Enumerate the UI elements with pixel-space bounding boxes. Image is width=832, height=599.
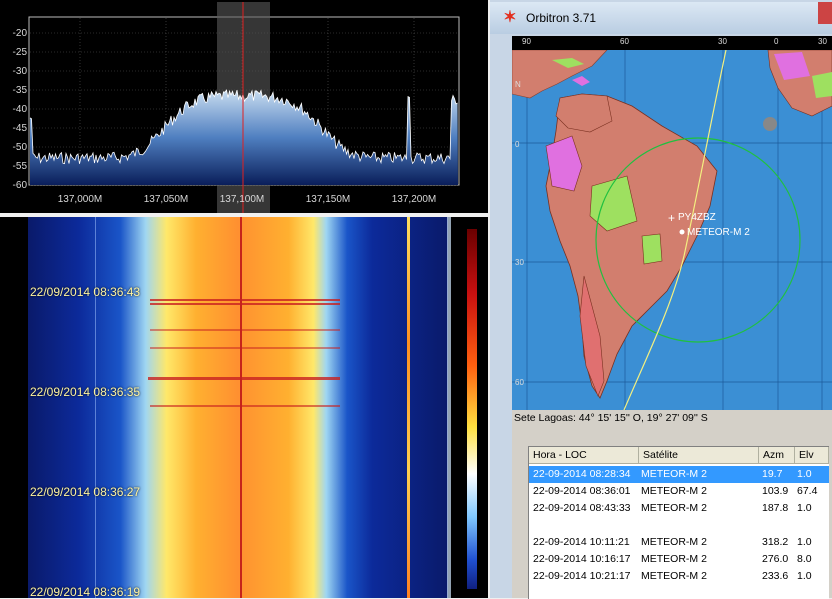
x-tick-label: 137,200M <box>392 194 436 205</box>
orbitron-logo-icon: ✶ <box>503 9 517 26</box>
table-cell-azm: 233.6 <box>762 570 789 582</box>
orbitron-window[interactable]: ✶ Orbitron 3.71 + 90 60 30 0 30 N 0 30 6… <box>490 0 832 599</box>
station-marker: + <box>668 211 675 225</box>
waterfall-colorbar <box>467 229 477 589</box>
table-row[interactable]: 22-09-2014 08:28:34 METEOR-M 2 19.7 1.0 <box>529 466 829 483</box>
y-tick-label: -20 <box>13 28 28 39</box>
y-tick-label: -30 <box>13 66 28 77</box>
title-bar[interactable]: ✶ Orbitron 3.71 <box>490 2 832 34</box>
interference-line <box>150 405 340 407</box>
table-cell-time: 22-09-2014 08:43:33 <box>533 502 631 514</box>
y-tick-label: -50 <box>13 142 28 153</box>
waterfall-timestamp: 22/09/2014 08:36:27 <box>30 485 141 499</box>
window-title: Orbitron 3.71 <box>526 11 597 25</box>
longitude-label: 90 <box>522 37 531 46</box>
longitude-label: 30 <box>818 37 827 46</box>
pass-table[interactable]: Hora - LOC Satélite Azm Elv 22-09-2014 0… <box>528 446 829 599</box>
location-status: Sete Lagoas: 44° 15' 15'' O, 19° 27' 09'… <box>512 410 832 426</box>
x-tick-label: 137,150M <box>306 194 350 205</box>
table-row[interactable]: 22-09-2014 10:21:17 METEOR-M 2 233.6 1.0 <box>529 568 829 585</box>
table-cell-time: 22-09-2014 08:28:34 <box>533 468 631 480</box>
latitude-label: 60 <box>515 378 524 387</box>
column-header-azimuth[interactable]: Azm <box>759 447 795 464</box>
table-cell-sat: METEOR-M 2 <box>641 536 707 548</box>
pass-prediction-panel: Hora - LOC Satélite Azm Elv 22-09-2014 0… <box>512 426 832 599</box>
interference-line <box>148 377 340 380</box>
satellite-marker[interactable] <box>679 229 685 235</box>
moon-icon <box>763 117 777 131</box>
map-canvas: + <box>512 49 832 410</box>
table-cell-sat: METEOR-M 2 <box>641 468 707 480</box>
latitude-label: 0 <box>515 140 520 149</box>
y-tick-label: -60 <box>13 180 28 191</box>
close-button[interactable] <box>818 2 832 24</box>
table-cell-azm: 19.7 <box>762 468 783 480</box>
column-header-time[interactable]: Hora - LOC <box>529 447 639 464</box>
longitude-label: 30 <box>718 37 727 46</box>
table-cell-sat: METEOR-M 2 <box>641 570 707 582</box>
world-map[interactable]: + 90 60 30 0 30 N 0 30 60 PY4ZBZ METEOR-… <box>512 36 832 410</box>
table-cell-elv: 1.0 <box>797 536 812 548</box>
waterfall-carrier-line <box>407 217 410 598</box>
table-row[interactable]: 22-09-2014 08:36:01 METEOR-M 2 103.9 67.4 <box>529 483 829 500</box>
y-tick-label: -55 <box>13 161 28 172</box>
table-cell-elv: 1.0 <box>797 502 812 514</box>
paraguay-land <box>641 233 663 265</box>
column-header-satellite[interactable]: Satélite <box>639 447 759 464</box>
table-cell-time: 22-09-2014 10:16:17 <box>533 553 631 565</box>
interference-line <box>150 303 340 305</box>
x-tick-label: 137,000M <box>58 194 102 205</box>
x-tick-label: 137,100M <box>220 194 264 205</box>
table-row[interactable]: 22-09-2014 08:43:33 METEOR-M 2 187.8 1.0 <box>529 500 829 517</box>
satellite-label: METEOR-M 2 <box>687 227 750 238</box>
waterfall-timestamp: 22/09/2014 08:36:19 <box>30 585 141 598</box>
interference-line <box>150 299 340 301</box>
waterfall-timestamp: 22/09/2014 08:36:35 <box>30 385 141 399</box>
x-tick-label: 137,050M <box>144 194 188 205</box>
longitude-label: 0 <box>774 37 779 46</box>
spectrum-panel[interactable]: -20 -25 -30 -35 -40 -45 -50 -55 -60 137,000M 137,… <box>0 0 488 213</box>
table-cell-azm: 187.8 <box>762 502 789 514</box>
table-cell-sat: METEOR-M 2 <box>641 502 707 514</box>
y-tick-label: -40 <box>13 104 28 115</box>
latitude-label: N <box>515 80 521 89</box>
longitude-label: 60 <box>620 37 629 46</box>
y-tick-label: -35 <box>13 85 28 96</box>
waterfall-display <box>28 217 448 598</box>
table-cell-azm: 103.9 <box>762 485 789 497</box>
table-cell-sat: METEOR-M 2 <box>641 485 707 497</box>
table-cell-elv: 67.4 <box>797 485 818 497</box>
station-label: PY4ZBZ <box>678 212 716 223</box>
waterfall-center-line <box>240 217 242 598</box>
spectrum-plot: -20 -25 -30 -35 -40 -45 -50 -55 -60 137,000M 137,… <box>13 2 460 213</box>
waterfall-panel[interactable]: 22/09/2014 08:36:43 22/09/2014 08:36:35 … <box>0 217 488 598</box>
table-row[interactable] <box>529 517 829 534</box>
table-row[interactable]: 22-09-2014 10:11:21 METEOR-M 2 318.2 1.0 <box>529 534 829 551</box>
table-cell-azm: 318.2 <box>762 536 789 548</box>
y-tick-label: -25 <box>13 47 28 58</box>
y-tick-label: -45 <box>13 123 28 134</box>
table-cell-azm: 276.0 <box>762 553 789 565</box>
latitude-label: 30 <box>515 258 524 267</box>
waterfall-edge-stripe <box>447 217 451 598</box>
column-header-elevation[interactable]: Elv <box>795 447 829 464</box>
table-cell-time: 22-09-2014 08:36:01 <box>533 485 631 497</box>
longitude-scale: 90 60 30 0 30 <box>512 36 832 50</box>
table-cell-elv: 1.0 <box>797 468 812 480</box>
waterfall-stripe <box>95 217 96 598</box>
interference-line <box>150 329 340 331</box>
table-row[interactable]: 22-09-2014 10:16:17 METEOR-M 2 276.0 8.0 <box>529 551 829 568</box>
table-cell-elv: 8.0 <box>797 553 812 565</box>
interference-line <box>150 347 340 349</box>
table-cell-time: 22-09-2014 10:21:17 <box>533 570 631 582</box>
table-cell-elv: 1.0 <box>797 570 812 582</box>
table-cell-sat: METEOR-M 2 <box>641 553 707 565</box>
table-cell-time: 22-09-2014 10:11:21 <box>533 536 630 548</box>
waterfall-timestamp: 22/09/2014 08:36:43 <box>30 285 141 299</box>
